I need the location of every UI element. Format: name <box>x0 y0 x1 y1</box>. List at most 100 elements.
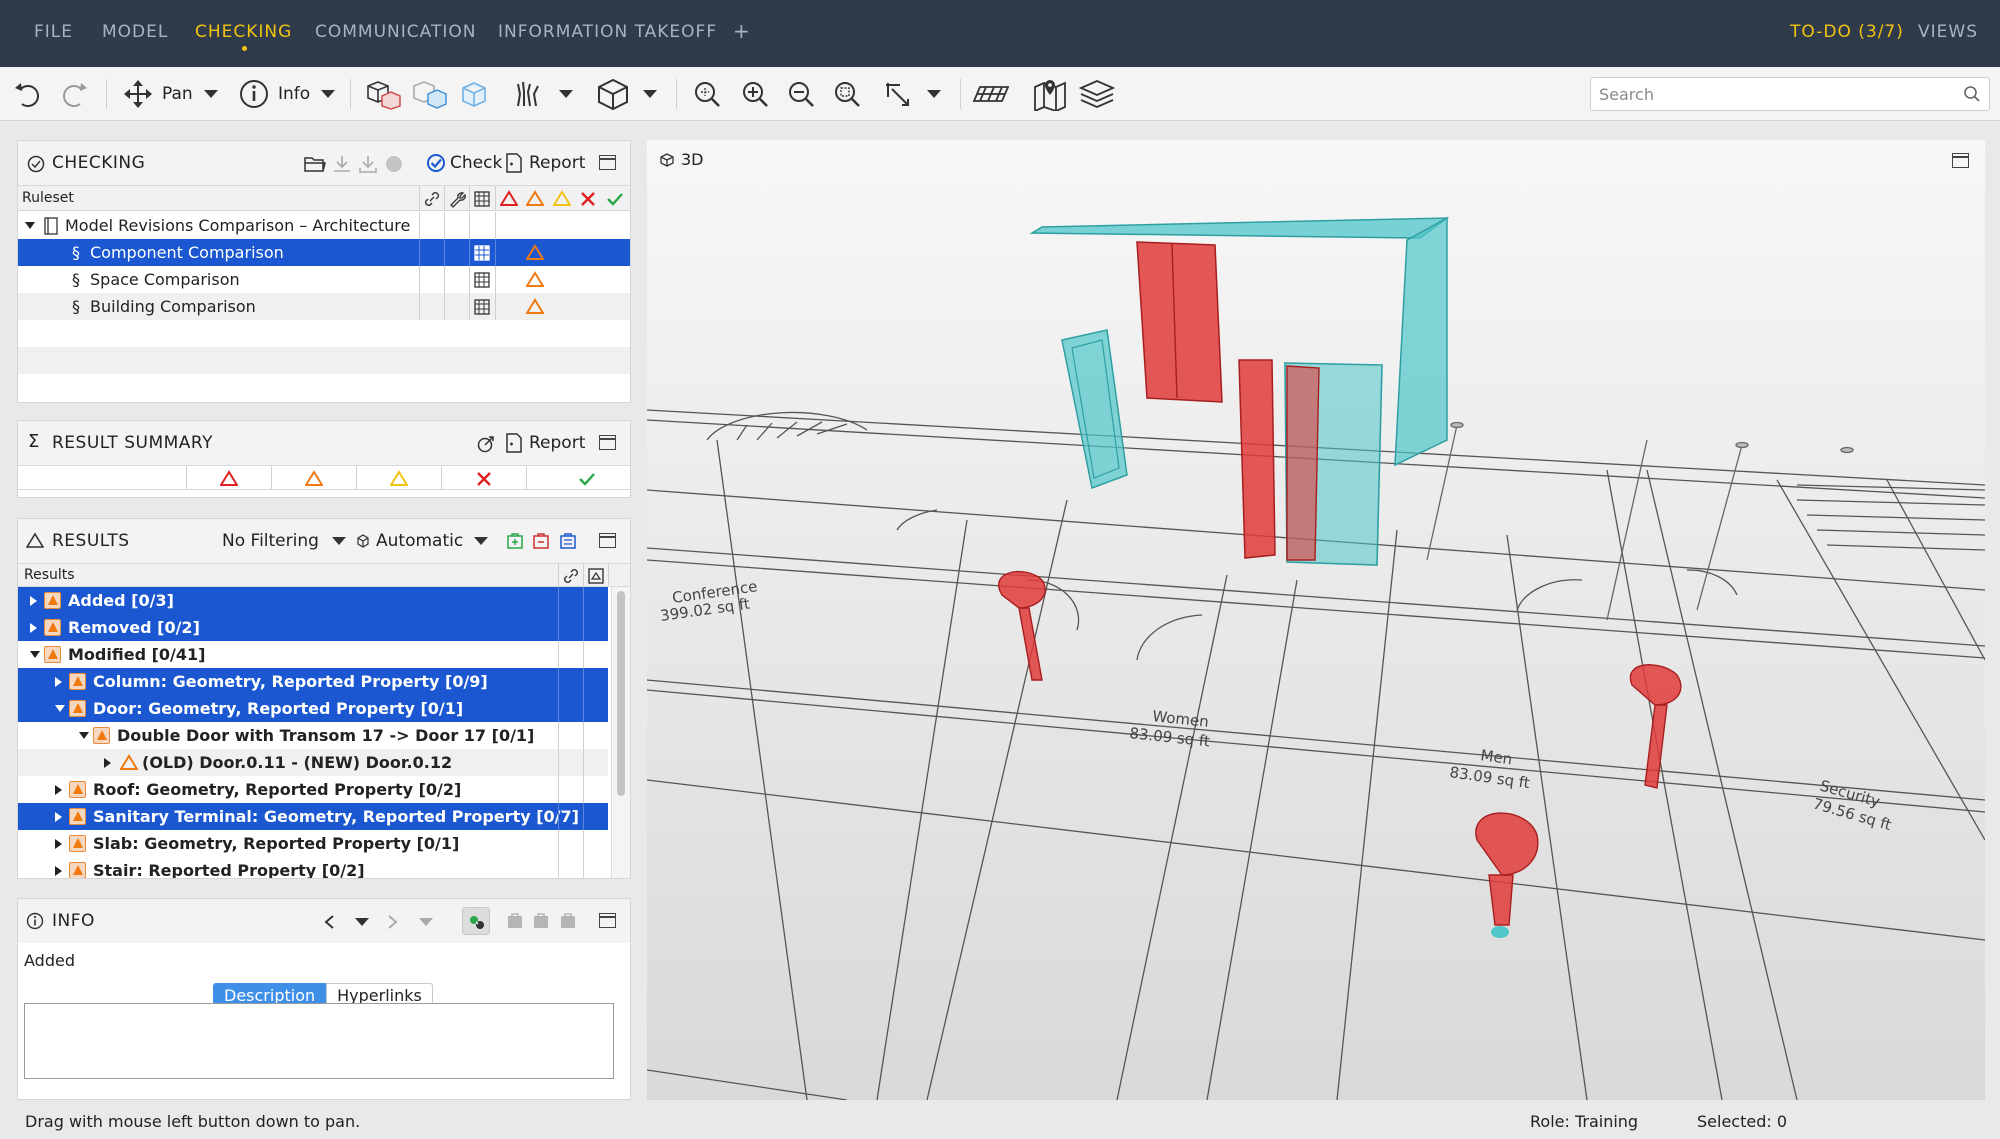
walk-tool-button[interactable] <box>512 75 574 113</box>
scrollbar-thumb[interactable] <box>617 591 625 796</box>
result-row-label: Sanitary Terminal: Geometry, Reported Pr… <box>93 807 579 826</box>
expand-toggle[interactable] <box>55 785 62 795</box>
chevron-down-icon[interactable] <box>320 89 336 99</box>
floor-plan-button[interactable] <box>972 75 1010 113</box>
zoom-in-button[interactable] <box>740 75 770 113</box>
expand-toggle[interactable] <box>55 677 62 687</box>
3d-viewport[interactable]: Conference 399.02 sq ft Women 83.09 sq f… <box>647 140 1985 1100</box>
add-to-slide-icon[interactable] <box>506 532 524 550</box>
chevron-down-icon[interactable] <box>926 89 942 99</box>
maximize-panel-button[interactable] <box>599 533 616 548</box>
info-tool-button[interactable]: Info <box>238 75 336 113</box>
todo-button[interactable]: TO-DO (3/7) <box>1790 22 1904 42</box>
map-location-button[interactable] <box>1032 75 1068 113</box>
maximize-viewport-button[interactable] <box>1952 153 1969 168</box>
result-row[interactable]: Added [0/3] <box>18 587 608 614</box>
chevron-down-icon[interactable] <box>203 89 219 99</box>
result-row[interactable]: Slab: Geometry, Reported Property [0/1] <box>18 830 608 857</box>
result-row-label: Slab: Geometry, Reported Property [0/1] <box>93 834 460 853</box>
expand-toggle[interactable] <box>55 866 62 876</box>
zoom-selected-button[interactable] <box>832 75 862 113</box>
chevron-down-icon[interactable] <box>354 917 370 927</box>
summary-report-button[interactable]: Report <box>505 430 585 456</box>
3d-scene[interactable]: Conference 399.02 sq ft Women 83.09 sq f… <box>647 140 1985 1100</box>
expand-toggle[interactable] <box>30 623 37 633</box>
forward-arrow-icon[interactable] <box>387 914 399 930</box>
report-button[interactable]: Report <box>505 150 585 176</box>
back-arrow-icon[interactable] <box>323 914 335 930</box>
isolate-button[interactable] <box>410 75 450 113</box>
save-icon[interactable] <box>358 154 378 174</box>
slide-disabled-icon[interactable] <box>559 912 577 930</box>
result-row[interactable]: Double Door with Transom 17 -> Door 17 [… <box>18 722 608 749</box>
slide-list-icon[interactable] <box>559 532 577 550</box>
rule-row-building-comparison[interactable]: § Building Comparison <box>18 293 630 320</box>
download-icon[interactable] <box>332 154 352 174</box>
views-button[interactable]: VIEWS <box>1918 22 1978 42</box>
view-cube-button[interactable] <box>596 75 658 113</box>
expand-toggle[interactable] <box>30 596 37 606</box>
summary-settings-icon[interactable] <box>476 434 496 454</box>
chevron-down-icon[interactable] <box>558 89 574 99</box>
search-input[interactable] <box>1599 78 1949 110</box>
menu-model[interactable]: MODEL <box>102 22 168 42</box>
open-folder-icon[interactable] <box>304 155 326 173</box>
stop-icon[interactable] <box>384 154 404 174</box>
expand-toggle[interactable] <box>79 732 89 739</box>
expand-toggle[interactable] <box>55 705 65 712</box>
result-row[interactable]: (OLD) Door.0.11 - (NEW) Door.0.12 <box>18 749 608 776</box>
result-row[interactable]: Stair: Reported Property [0/2] <box>18 857 608 878</box>
result-row[interactable]: Removed [0/2] <box>18 614 608 641</box>
measure-tool-button[interactable] <box>882 75 942 113</box>
pan-tool-button[interactable]: Pan <box>122 75 219 113</box>
add-tab-button[interactable]: + <box>733 19 751 43</box>
grouping-mode-dropdown[interactable]: Automatic <box>356 528 489 554</box>
undo-button[interactable] <box>12 75 44 113</box>
maximize-panel-button[interactable] <box>599 435 616 450</box>
result-row[interactable]: Roof: Geometry, Reported Property [0/2] <box>18 776 608 803</box>
redo-button[interactable] <box>58 75 90 113</box>
slide-disabled-icon[interactable] <box>532 912 550 930</box>
status-hint: Drag with mouse left button down to pan. <box>25 1112 361 1131</box>
result-row[interactable]: Door: Geometry, Reported Property [0/1] <box>18 695 608 722</box>
maximize-panel-button[interactable] <box>599 155 616 170</box>
rule-row-space-comparison[interactable]: § Space Comparison <box>18 266 630 293</box>
menu-checking[interactable]: CHECKING <box>195 22 292 51</box>
result-row[interactable]: Column: Geometry, Reported Property [0/9… <box>18 668 608 695</box>
expand-toggle[interactable] <box>55 812 62 822</box>
rule-row-component-comparison[interactable]: § Component Comparison <box>18 239 630 266</box>
check-label: Check <box>450 153 503 173</box>
menu-file[interactable]: FILE <box>34 22 73 42</box>
check-button[interactable]: Check <box>426 150 502 176</box>
slide-disabled-icon[interactable] <box>506 912 524 930</box>
description-textarea[interactable] <box>24 1003 614 1079</box>
results-scrollbar[interactable] <box>611 587 630 878</box>
menu-information-takeoff[interactable]: INFORMATION TAKEOFF <box>498 22 717 42</box>
expand-toggle[interactable] <box>25 222 35 229</box>
result-row-label: Removed [0/2] <box>68 618 200 637</box>
expand-toggle[interactable] <box>55 839 62 849</box>
menu-communication[interactable]: COMMUNICATION <box>315 22 476 42</box>
transparency-button[interactable] <box>458 75 490 113</box>
expand-toggle[interactable] <box>30 651 40 658</box>
link-selection-button[interactable] <box>462 907 490 935</box>
expand-toggle[interactable] <box>104 758 111 768</box>
summary-title: RESULT SUMMARY <box>52 433 214 453</box>
layers-button[interactable] <box>1078 75 1116 113</box>
zoom-extents-button[interactable] <box>692 75 722 113</box>
table-icon[interactable] <box>474 299 490 315</box>
filter-dropdown[interactable]: No Filtering <box>222 528 347 554</box>
show-selected-button[interactable] <box>364 75 404 113</box>
result-row[interactable]: Sanitary Terminal: Geometry, Reported Pr… <box>18 803 608 830</box>
chevron-down-icon[interactable] <box>642 89 658 99</box>
remove-from-slide-icon[interactable] <box>532 532 550 550</box>
maximize-panel-button[interactable] <box>599 913 616 928</box>
table-icon[interactable] <box>474 245 490 261</box>
ruleset-root-row[interactable]: Model Revisions Comparison – Architectur… <box>18 212 630 239</box>
table-icon[interactable] <box>474 272 490 288</box>
result-row[interactable]: Modified [0/41] <box>18 641 608 668</box>
search-box[interactable] <box>1590 77 1990 111</box>
zoom-out-button[interactable] <box>786 75 816 113</box>
search-icon[interactable] <box>1963 85 1981 103</box>
chevron-down-icon[interactable] <box>418 917 434 927</box>
